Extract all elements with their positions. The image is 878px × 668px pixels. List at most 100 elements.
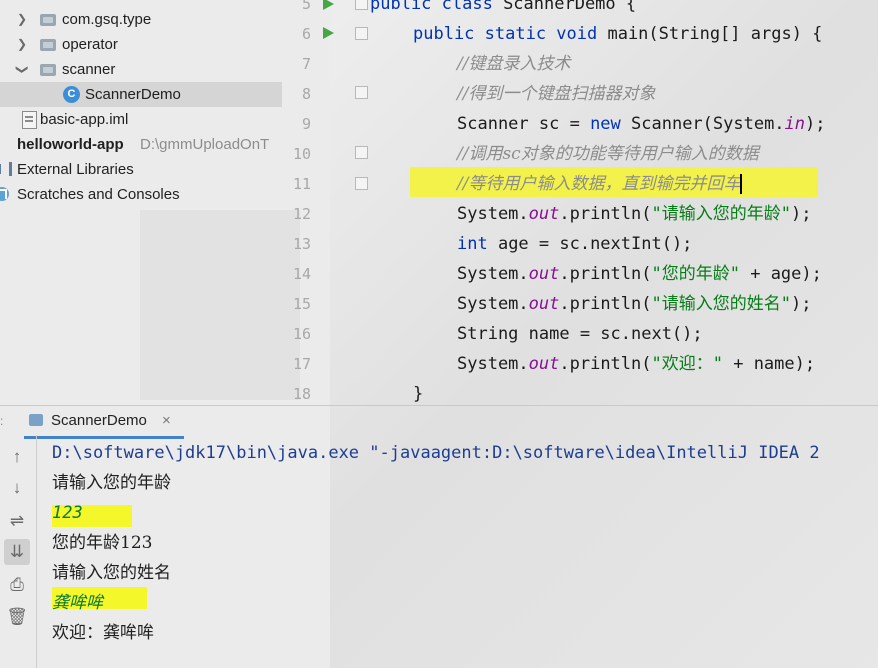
trash-icon[interactable]: 🗑 (4, 604, 30, 630)
console-user-input: 123 (52, 503, 83, 523)
code-text: System. (457, 264, 529, 284)
tree-item-scratches[interactable]: Scratches and Consoles (0, 182, 282, 207)
code-line-10: //调用sc对象的功能等待用户输入的数据 (457, 144, 759, 164)
code-editor[interactable]: public class ScannerDemo { public static… (353, 0, 878, 405)
tab-label: ScannerDemo (51, 412, 147, 429)
tree-item-scanner[interactable]: ❯ scanner (0, 57, 282, 82)
code-line-12: System.out.println("请输入您的年龄"); (457, 199, 811, 229)
code-text: .println( (559, 354, 652, 374)
editor-gutter: 5 6 7 8 9 10 11 12 13 14 15 16 17 18 (283, 0, 368, 405)
line-number: 16 (292, 325, 311, 343)
run-gutter-icon[interactable] (323, 0, 334, 10)
line-number: 13 (292, 235, 311, 253)
tree-item-basic-app-iml[interactable]: basic-app.iml (0, 107, 282, 132)
tree-item-com-gsq-type[interactable]: ❯ com.gsq.type (0, 7, 282, 32)
code-line-16: String name = sc.next(); (457, 324, 703, 344)
run-gutter-icon[interactable] (323, 27, 334, 39)
close-icon[interactable]: × (162, 406, 171, 436)
code-line-14: System.out.println("您的年龄" + age); (457, 259, 822, 289)
soft-wrap-icon[interactable]: ⇌ (4, 508, 30, 534)
static-field: out (528, 264, 560, 284)
code-line-11: //等待用户输入数据，直到输完并回车 (457, 169, 743, 199)
tree-item-helloworld-app[interactable]: helloworld-app D:\gmmUploadOnT (0, 132, 282, 157)
module-path: D:\gmmUploadOnT (140, 136, 270, 153)
tree-item-label: Scratches and Consoles (17, 186, 180, 203)
code-line-9: Scanner sc = new Scanner(System.in); (457, 109, 826, 139)
code-line-17: System.out.println("欢迎：" + name); (457, 349, 815, 379)
code-text: ); (790, 294, 812, 314)
code-text: main(String[] args) { (607, 24, 823, 44)
static-field: out (528, 204, 560, 224)
line-number: 17 (292, 355, 311, 373)
line-number: 7 (301, 55, 311, 73)
code-line-18: } (413, 384, 424, 404)
console-output[interactable]: D:\software\jdk17\bin\java.exe "-javaage… (52, 436, 878, 668)
console-line: 您的年龄123 (52, 533, 153, 553)
tree-item-label: basic-app.iml (40, 111, 129, 128)
code-text: System. (457, 294, 529, 314)
tree-item-operator[interactable]: ❯ operator (0, 32, 282, 57)
code-text: age = sc.nextInt(); (487, 234, 693, 254)
library-icon (0, 162, 12, 176)
chevron-right-icon[interactable]: ❯ (15, 7, 29, 32)
tree-item-label: com.gsq.type (62, 11, 152, 28)
code-text: .println( (559, 264, 652, 284)
up-arrow-icon[interactable]: ↑ (4, 444, 30, 470)
scroll-to-end-icon[interactable]: ⇊ (4, 539, 30, 565)
tab-scannerdemo[interactable]: ScannerDemo × (24, 406, 184, 439)
module-file-icon (22, 111, 37, 129)
tree-item-scannerdemo[interactable]: C ScannerDemo (0, 82, 282, 107)
tree-item-label: External Libraries (17, 161, 134, 178)
hidden-tab-edge: : (0, 414, 4, 428)
code-text: .println( (559, 294, 652, 314)
line-number: 12 (292, 205, 311, 223)
keyword: public class (370, 0, 504, 14)
code-text: Scanner(System. (620, 114, 785, 134)
console-line: 欢迎：龚哞哞 (52, 623, 154, 643)
console-line: 请输入您的年龄 (52, 473, 171, 493)
tree-item-label: operator (62, 36, 118, 53)
string-literal: "您的年龄" (651, 264, 740, 284)
text-caret (740, 174, 743, 194)
tree-item-label: ScannerDemo (85, 86, 181, 103)
chevron-right-icon[interactable]: ❯ (15, 32, 29, 57)
code-text: .println( (559, 204, 652, 224)
line-number: 11 (292, 175, 311, 193)
line-number: 6 (301, 25, 311, 43)
run-config-icon (29, 414, 43, 426)
console-user-input: 龚哞哞 (52, 593, 103, 613)
line-number: 10 (292, 145, 311, 163)
keyword: public static void (413, 24, 608, 44)
line-number: 8 (301, 85, 311, 103)
line-number: 14 (292, 265, 311, 283)
keyword: int (457, 234, 488, 254)
tree-item-external-libraries[interactable]: External Libraries (0, 157, 282, 182)
code-text: Scanner sc = (457, 114, 591, 134)
module-name: helloworld-app (17, 136, 124, 153)
string-literal: "请输入您的年龄" (651, 204, 791, 224)
code-line-13: int age = sc.nextInt(); (457, 229, 692, 259)
run-tool-header: : ScannerDemo × (0, 405, 878, 439)
scratches-icon (0, 187, 9, 201)
print-icon[interactable]: ⎙ (4, 572, 30, 598)
java-class-icon: C (63, 86, 80, 103)
code-line-7: //键盘录入技术 (457, 54, 571, 74)
code-line-6: public static void main(String[] args) { (413, 19, 822, 49)
keyword: new (590, 114, 621, 134)
code-text: + age); (739, 264, 822, 284)
console-command-line: D:\software\jdk17\bin\java.exe "-javaage… (52, 443, 820, 463)
package-folder-icon (40, 64, 56, 76)
run-toolbar: ↑ ↓ ⇌ ⇊ ⎙ 🗑 (0, 435, 37, 668)
chevron-down-icon[interactable]: ❯ (10, 63, 35, 77)
code-line-15: System.out.println("请输入您的姓名"); (457, 289, 811, 319)
code-line-5: public class ScannerDemo { (370, 0, 636, 19)
static-field: in (784, 114, 806, 134)
code-text: ScannerDemo { (503, 0, 637, 14)
line-number: 5 (301, 0, 311, 13)
project-tree: ❯ com.gsq.type ❯ operator ❯ scanner C Sc… (0, 0, 282, 405)
down-arrow-icon[interactable]: ↓ (4, 475, 30, 501)
static-field: out (528, 294, 560, 314)
static-field: out (528, 354, 560, 374)
line-number: 15 (292, 295, 311, 313)
package-folder-icon (40, 14, 56, 26)
